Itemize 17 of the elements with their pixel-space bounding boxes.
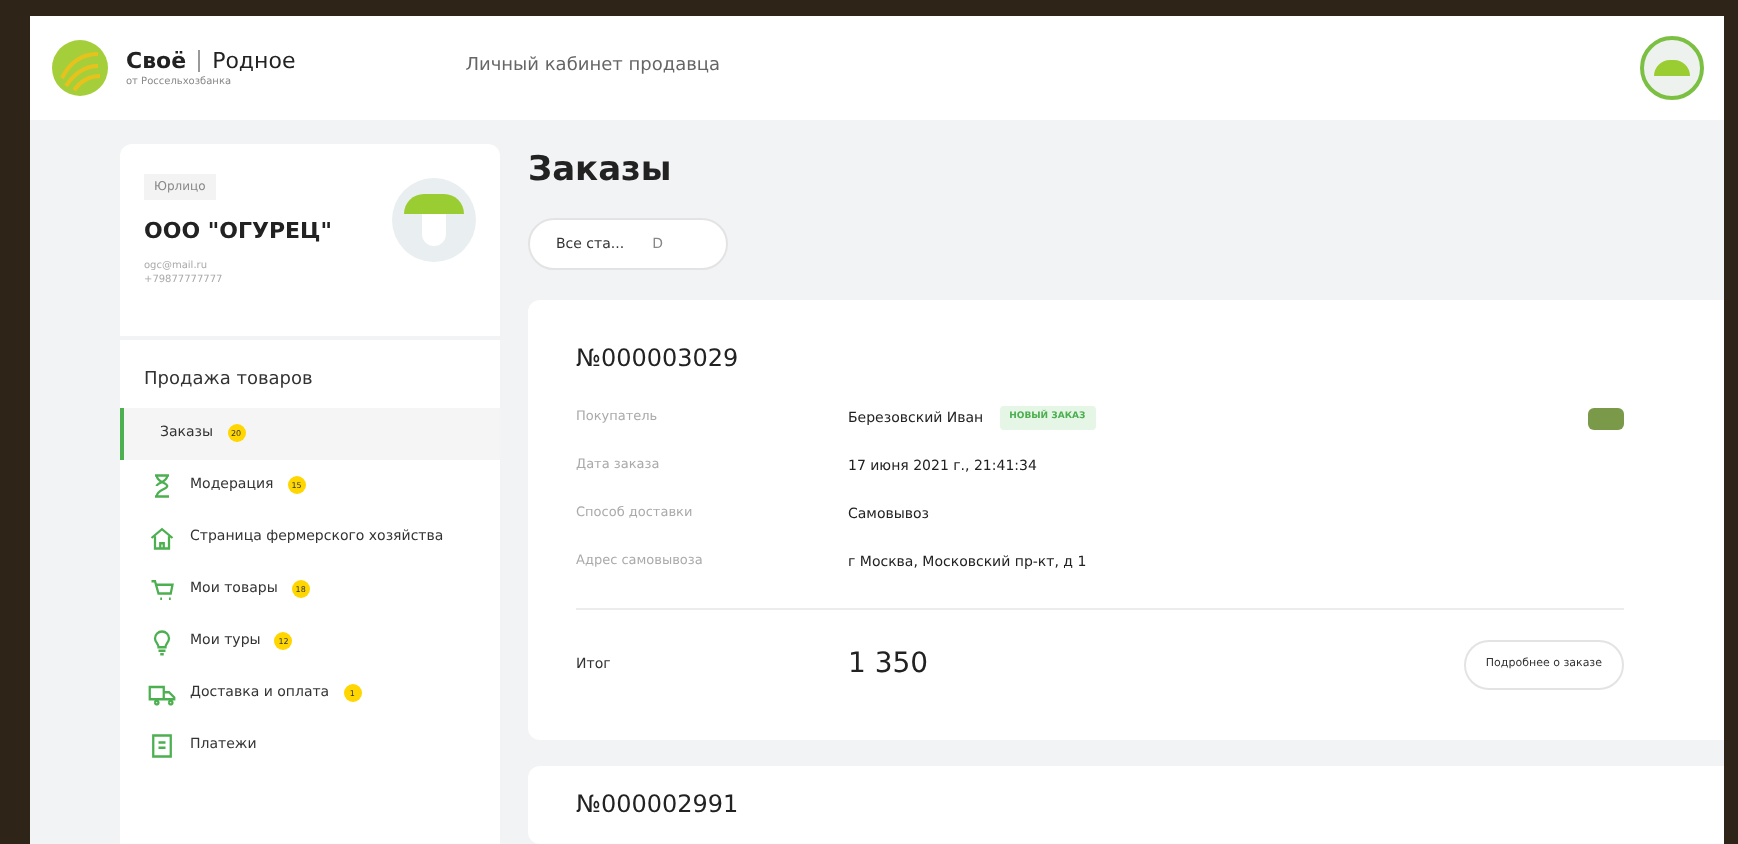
avatar-icon[interactable] (1640, 36, 1704, 100)
section-title: Продажа товаров (142, 368, 315, 394)
document-icon (148, 731, 176, 759)
brand-name-second: Родное (212, 49, 296, 71)
page-title: Заказы (528, 150, 674, 190)
total-amount: 1 350 (848, 645, 929, 683)
order-number: №000003029 (576, 342, 741, 376)
avatar-silhouette (392, 178, 476, 262)
house-icon (148, 523, 176, 551)
order-number: №000002991 (576, 788, 741, 822)
header-title: Личный кабинет продавца (465, 54, 721, 81)
logo-icon (50, 38, 110, 98)
cart-icon (148, 575, 176, 603)
brand-name: Своё (126, 49, 187, 71)
lightbulb-icon (148, 627, 176, 655)
product-thumbnail (1588, 407, 1624, 429)
company-name: ООО "ОГУРЕЦ" (144, 216, 334, 248)
